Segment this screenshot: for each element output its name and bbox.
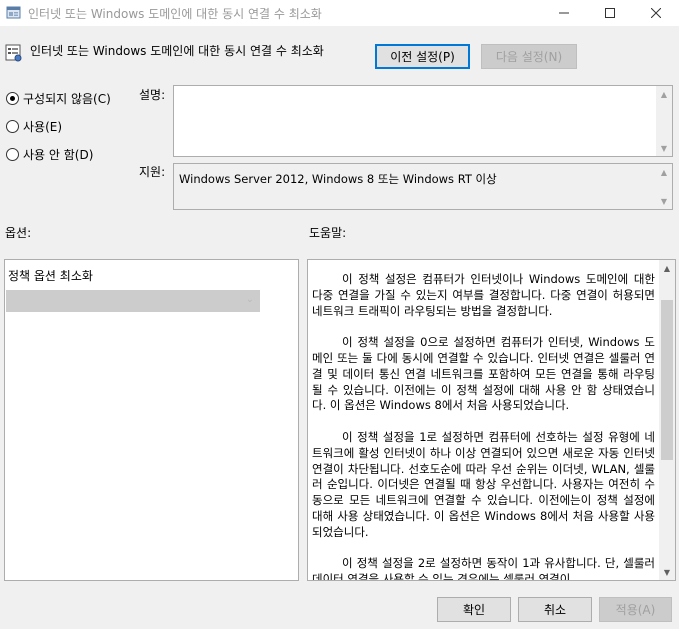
comment-label: 설명: <box>139 88 166 102</box>
radio-not-configured[interactable]: 구성되지 않음(C) <box>6 90 111 107</box>
supported-value: Windows Server 2012, Windows 8 또는 Window… <box>179 172 497 186</box>
radio-disabled[interactable]: 사용 안 함(D) <box>6 146 93 163</box>
help-paragraph: 이 정책 설정을 0으로 설정하면 컴퓨터가 인터넷, Windows 도메인 … <box>312 335 655 413</box>
options-section-title: 옵션: <box>5 226 32 240</box>
cancel-button[interactable]: 취소 <box>518 597 592 622</box>
policy-option-dropdown[interactable]: ⌄ <box>6 290 260 312</box>
apply-button[interactable]: 적용(A) <box>599 597 672 622</box>
close-button[interactable] <box>633 0 679 26</box>
supported-textbox: Windows Server 2012, Windows 8 또는 Window… <box>173 163 673 210</box>
comment-textbox[interactable]: ▲ ▼ <box>173 85 673 157</box>
scroll-down-icon[interactable]: ▼ <box>656 193 672 209</box>
supported-scrollbar[interactable]: ▲ ▼ <box>656 164 672 209</box>
policy-setting-icon <box>5 44 22 62</box>
options-panel: 정책 옵션 최소화 ⌄ <box>4 259 299 581</box>
help-paragraph: 이 정책 설정을 1로 설정하면 컴퓨터에 선호하는 설정 유형에 네트워크에 … <box>312 429 655 539</box>
scroll-up-icon[interactable]: ▲ <box>656 164 672 180</box>
scroll-down-icon[interactable]: ▼ <box>659 564 675 580</box>
radio-label: 사용(E) <box>23 120 63 134</box>
help-scrollbar[interactable]: ▲ ▼ <box>659 260 675 580</box>
minimize-icon <box>559 12 569 14</box>
policy-option-label: 정책 옵션 최소화 <box>8 269 93 283</box>
chevron-down-icon: ⌄ <box>245 294 254 305</box>
radio-indicator <box>6 92 19 105</box>
help-scrollbar-thumb[interactable] <box>661 300 673 460</box>
policy-title: 인터넷 또는 Windows 도메인에 대한 동시 연결 수 최소화 <box>30 44 324 58</box>
radio-indicator <box>6 148 19 161</box>
help-panel: 이 정책 설정은 컴퓨터가 인터넷이나 Windows 도메인에 대한 다중 연… <box>307 259 676 581</box>
supported-label: 지원: <box>139 165 166 179</box>
help-text: 이 정책 설정은 컴퓨터가 인터넷이나 Windows 도메인에 대한 다중 연… <box>312 272 655 581</box>
help-section-title: 도움말: <box>309 226 347 240</box>
scroll-up-icon[interactable]: ▲ <box>656 86 672 102</box>
policy-app-icon <box>6 6 21 19</box>
radio-enabled[interactable]: 사용(E) <box>6 118 62 135</box>
title-bar: 인터넷 또는 Windows 도메인에 대한 동시 연결 수 최소화 <box>0 0 679 26</box>
scroll-up-icon[interactable]: ▲ <box>659 260 675 276</box>
comment-scrollbar[interactable]: ▲ ▼ <box>656 86 672 156</box>
maximize-icon <box>605 8 615 18</box>
radio-label: 사용 안 함(D) <box>23 148 94 162</box>
radio-label: 구성되지 않음(C) <box>23 92 111 106</box>
scroll-down-icon[interactable]: ▼ <box>656 140 672 156</box>
ok-button[interactable]: 확인 <box>437 597 511 622</box>
help-paragraph: 이 정책 설정을 2로 설정하면 동작이 1과 유사합니다. 단, 셀룰러 데이… <box>312 556 655 581</box>
radio-indicator <box>6 120 19 133</box>
window-title: 인터넷 또는 Windows 도메인에 대한 동시 연결 수 최소화 <box>28 7 322 21</box>
help-paragraph: 이 정책 설정은 컴퓨터가 인터넷이나 Windows 도메인에 대한 다중 연… <box>312 272 655 318</box>
close-icon <box>651 8 661 18</box>
maximize-button[interactable] <box>587 0 633 26</box>
minimize-button[interactable] <box>541 0 587 26</box>
previous-setting-button[interactable]: 이전 설정(P) <box>375 44 470 69</box>
next-setting-button[interactable]: 다음 설정(N) <box>481 44 577 69</box>
